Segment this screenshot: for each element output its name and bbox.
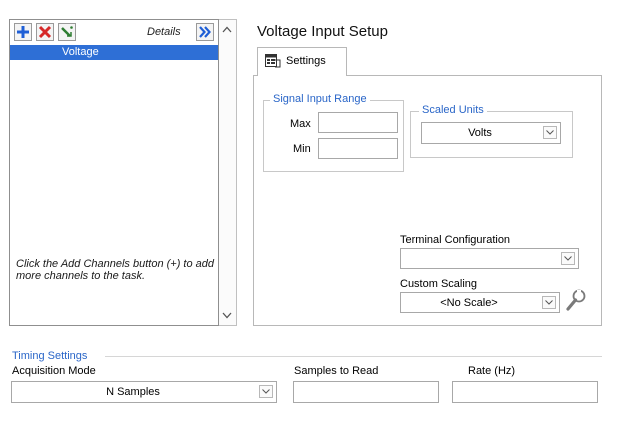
acquisition-mode-select[interactable]: N Samples: [11, 381, 277, 403]
terminal-configuration-label: Terminal Configuration: [400, 234, 511, 246]
samples-to-read-label: Samples to Read: [294, 365, 379, 377]
min-field[interactable]: [318, 138, 398, 159]
rate-label: Rate (Hz): [468, 365, 516, 377]
chevron-down-icon[interactable]: [561, 252, 575, 265]
custom-scaling-value: <No Scale>: [440, 296, 498, 309]
chevron-down-icon[interactable]: [543, 126, 557, 139]
timing-settings-divider: [105, 356, 602, 357]
page-title: Voltage Input Setup: [257, 23, 388, 40]
scaled-units-group: Scaled Units Volts: [410, 104, 573, 158]
configure-icon: [61, 26, 73, 37]
timing-settings-title: Timing Settings: [12, 350, 88, 362]
configure-channel-button[interactable]: [58, 23, 76, 41]
samples-to-read-field[interactable]: [293, 381, 439, 403]
scaled-units-select[interactable]: Volts: [421, 122, 561, 144]
chevron-down-icon[interactable]: [542, 296, 556, 309]
custom-scaling-select[interactable]: <No Scale>: [400, 292, 560, 313]
add-icon: [17, 26, 29, 38]
scroll-up-icon[interactable]: [222, 24, 232, 34]
settings-tab-panel: Signal Input Range Max Min Scaled Units …: [253, 75, 602, 326]
tab-settings-label: Settings: [286, 55, 326, 67]
rate-field[interactable]: [452, 381, 598, 403]
scaled-units-title: Scaled Units: [419, 104, 487, 116]
signal-input-range-title: Signal Input Range: [270, 93, 370, 105]
terminal-configuration-value: [401, 249, 556, 268]
acquisition-mode-label: Acquisition Mode: [12, 365, 96, 377]
details-toggle-button[interactable]: [196, 23, 214, 41]
remove-icon: [38, 25, 52, 39]
terminal-configuration-select[interactable]: [400, 248, 579, 269]
settings-tab-icon: [265, 54, 281, 68]
double-chevron-right-icon: [199, 26, 211, 38]
acquisition-mode-value: N Samples: [106, 386, 160, 398]
scroll-down-icon[interactable]: [222, 310, 232, 320]
chevron-down-icon[interactable]: [259, 385, 273, 398]
add-channels-hint: Click the Add Channels button (+) to add…: [16, 258, 215, 282]
min-label: Min: [293, 143, 311, 155]
tab-settings[interactable]: Settings: [257, 47, 347, 76]
custom-scaling-label: Custom Scaling: [400, 278, 478, 290]
details-label: Details: [147, 26, 181, 38]
remove-channel-button[interactable]: [36, 23, 54, 41]
wrench-icon[interactable]: [565, 289, 587, 313]
channel-list-panel: Details Voltage Click the Add Channels b…: [9, 19, 219, 326]
channel-name: Voltage: [62, 46, 99, 58]
max-field[interactable]: [318, 112, 398, 133]
scaled-units-value: Volts: [468, 127, 492, 139]
max-label: Max: [290, 118, 311, 130]
add-channel-button[interactable]: [14, 23, 32, 41]
signal-input-range-group: Signal Input Range Max Min: [263, 93, 404, 172]
channel-list-item[interactable]: Voltage: [10, 45, 218, 60]
channel-list-scrollbar[interactable]: [219, 19, 237, 326]
